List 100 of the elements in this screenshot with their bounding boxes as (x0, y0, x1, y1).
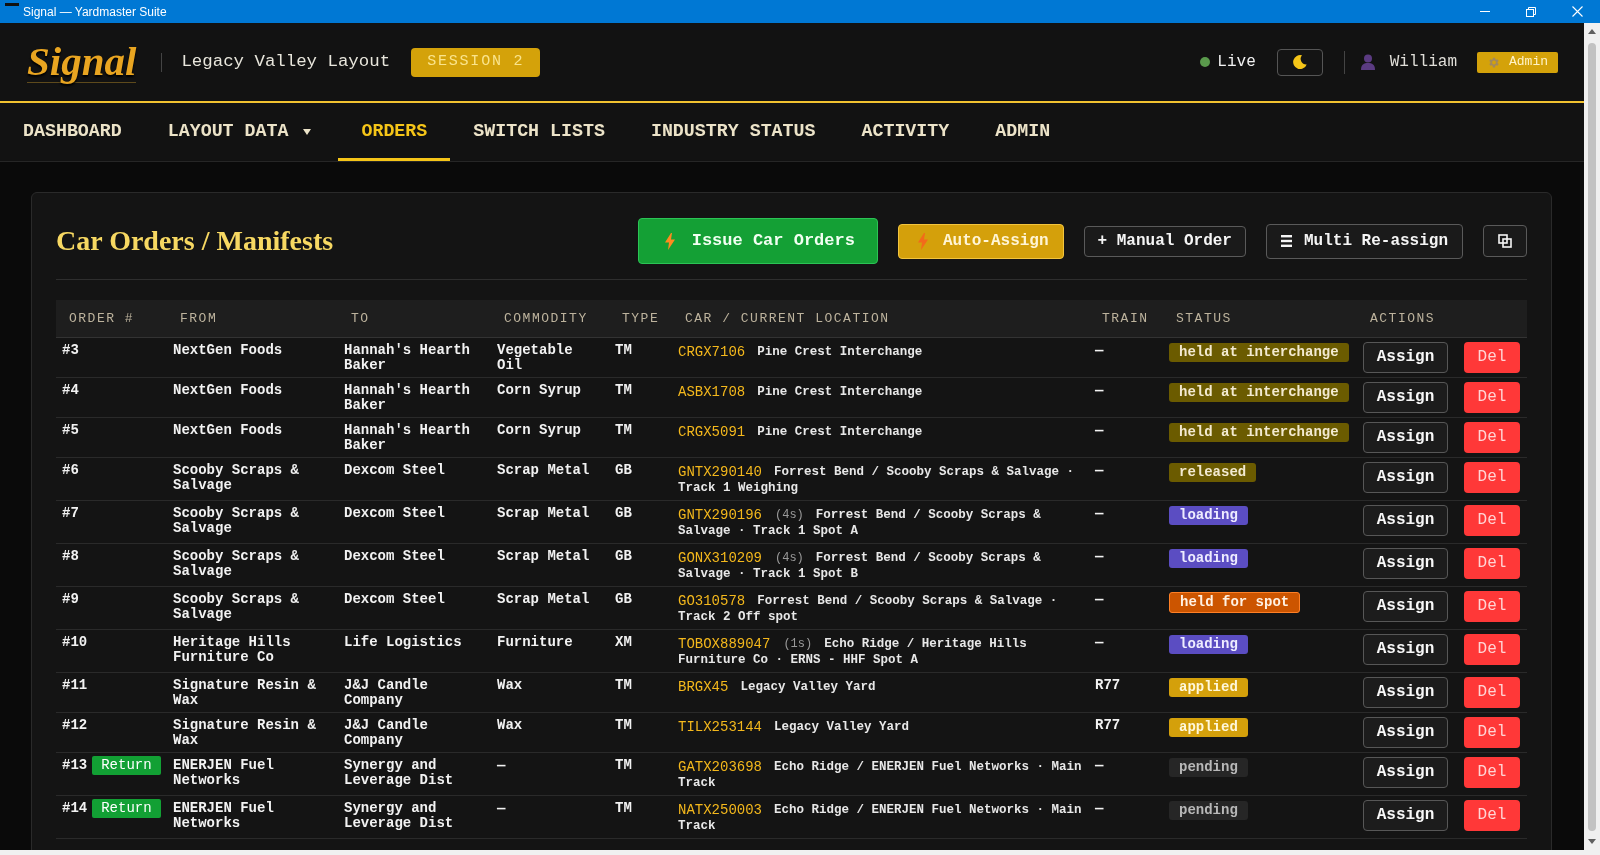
nav-tab[interactable]: ORDERS (338, 103, 451, 161)
table-cell: TM (615, 756, 632, 773)
order-number: #11 (62, 676, 88, 693)
table-cell: ENERJEN Fuel Networks (173, 756, 274, 788)
table-cell: Corn Syrup (497, 421, 581, 438)
status-badge: released (1169, 462, 1257, 482)
column-header: FROM (180, 311, 218, 327)
order-number: #9 (62, 590, 79, 607)
nav-tab[interactable]: DASHBOARD (0, 103, 145, 161)
assign-button[interactable]: Assign (1363, 590, 1448, 622)
car-and-location: GO310578 Forrest Bend / Scooby Scraps & Salvage · Track 2 Off spot (678, 592, 1059, 625)
table-cell: Synergy and Leverage Dist (344, 799, 454, 831)
assign-button[interactable]: Assign (1363, 633, 1448, 665)
status-badge: held at interchange (1169, 342, 1349, 362)
restore-icon (1526, 6, 1536, 17)
nav-tab[interactable]: ADMIN (972, 103, 1074, 161)
car-and-location: TILX253144 Legacy Valley Yard (678, 718, 911, 735)
status-badge: applied (1169, 677, 1248, 697)
table-cell: NextGen Foods (173, 341, 283, 358)
table-cell: — (1095, 461, 1104, 478)
overlapping-squares-icon (1498, 234, 1512, 248)
car-and-location: GONX310209 (4s) Forrest Bend / Scooby Scraps & Salvage · Track 1 Spot B (678, 549, 1042, 582)
table-cell: Synergy and Leverage Dist (344, 756, 454, 788)
nav-tab[interactable]: SWITCH LISTS (450, 103, 628, 161)
user-icon (1360, 54, 1375, 70)
assign-button[interactable]: Assign (1363, 421, 1448, 453)
minimize-icon (1480, 11, 1490, 12)
assign-button[interactable]: Assign (1363, 381, 1448, 413)
nav-tab[interactable]: ACTIVITY (838, 103, 973, 161)
close-icon (1571, 6, 1583, 17)
connection-label: Live (1217, 52, 1256, 73)
order-number: #3 (62, 341, 79, 358)
assign-button[interactable]: Assign (1363, 716, 1448, 748)
table-cell: TM (615, 799, 632, 816)
status-badge: held at interchange (1169, 422, 1349, 442)
status-badge: pending (1169, 757, 1248, 777)
column-header: COMMODITY (504, 311, 588, 327)
table-cell: NextGen Foods (173, 381, 283, 398)
logo: Signal (27, 41, 137, 83)
assign-button[interactable]: Assign (1363, 799, 1448, 831)
order-number: #10 (62, 633, 88, 650)
status-badge: held at interchange (1169, 382, 1349, 402)
status-badge: pending (1169, 800, 1248, 820)
order-number: #6 (62, 461, 79, 478)
multi-reassign-button[interactable]: Multi Re-assign (1265, 223, 1463, 259)
table-cell: TM (615, 381, 632, 398)
status-badge: loading (1169, 634, 1248, 654)
nav-tab[interactable]: INDUSTRY STATUS (627, 103, 839, 161)
table-cell: GB (615, 461, 632, 478)
column-header: CAR / CURRENT LOCATION (685, 311, 890, 327)
manual-order-button[interactable]: + Manual Order (1083, 225, 1246, 257)
car-and-location: GNTX290140 Forrest Bend / Scooby Scraps & Salvage · Track 1 Weighing (678, 463, 1076, 496)
squares-button[interactable] (1483, 225, 1527, 257)
table-cell: Scrap Metal (497, 547, 590, 564)
table-cell: — (1095, 547, 1104, 564)
status-badge: held for spot (1169, 591, 1301, 613)
table-cell: J&J Candle Company (344, 716, 428, 748)
assign-button[interactable]: Assign (1363, 676, 1448, 708)
car-and-location: GNTX290196 (4s) Forrest Bend / Scooby Scraps & Salvage · Track 1 Spot A (678, 506, 1042, 539)
table-cell: Scooby Scraps & Salvage (173, 504, 300, 536)
window-title: Signal — Yardmaster Suite (23, 3, 167, 21)
table-cell: Signature Resin & Wax (173, 716, 316, 748)
table-cell: Corn Syrup (497, 381, 581, 398)
car-and-location: BRGX45 Legacy Valley Yard (678, 678, 877, 695)
table-cell: R77 (1095, 716, 1121, 733)
table-cell: Scooby Scraps & Salvage (173, 590, 300, 622)
table-cell: Heritage Hills Furniture Co (173, 633, 291, 665)
table-cell: Dexcom Steel (344, 461, 445, 478)
return-badge: Return (92, 798, 161, 818)
horizontal-scrollbar[interactable] (0, 850, 1584, 855)
vertical-scrollbar[interactable] (1584, 23, 1600, 855)
car-and-location: NATX250003 Echo Ridge / ENERJEN Fuel Networks · Main Track (678, 801, 1083, 834)
table-cell: Life Logistics (344, 633, 462, 650)
table-cell: Hannah's Hearth Baker (344, 381, 471, 413)
table-cell: R77 (1095, 676, 1121, 693)
table-cell: GB (615, 590, 632, 607)
order-number: #12 (62, 716, 88, 733)
table-cell: — (1095, 633, 1104, 650)
table-cell: Scooby Scraps & Salvage (173, 461, 300, 493)
column-header: TO (351, 311, 370, 327)
table-cell: — (1095, 421, 1104, 438)
assign-button[interactable]: Assign (1363, 547, 1448, 579)
order-number: #4 (62, 381, 79, 398)
assign-button[interactable]: Assign (1363, 341, 1448, 373)
table-cell: — (1095, 381, 1104, 398)
assign-button[interactable]: Assign (1363, 504, 1448, 536)
table-cell: — (497, 756, 506, 773)
assign-button[interactable]: Assign (1363, 756, 1448, 788)
table-cell: — (1095, 504, 1104, 521)
assign-button[interactable]: Assign (1363, 461, 1448, 493)
column-header: TRAIN (1102, 311, 1149, 327)
nav-tab[interactable]: LAYOUT DATA (144, 103, 339, 161)
table-cell: GB (615, 547, 632, 564)
table-cell: Scrap Metal (497, 461, 590, 478)
theme-toggle-button[interactable] (1276, 48, 1323, 76)
table-cell: — (1095, 756, 1104, 773)
role-label: Admin (1509, 53, 1548, 72)
table-cell: — (1095, 341, 1104, 358)
table-cell: Dexcom Steel (344, 547, 445, 564)
car-and-location: ASBX1708 Pine Crest Interchange (678, 383, 924, 400)
